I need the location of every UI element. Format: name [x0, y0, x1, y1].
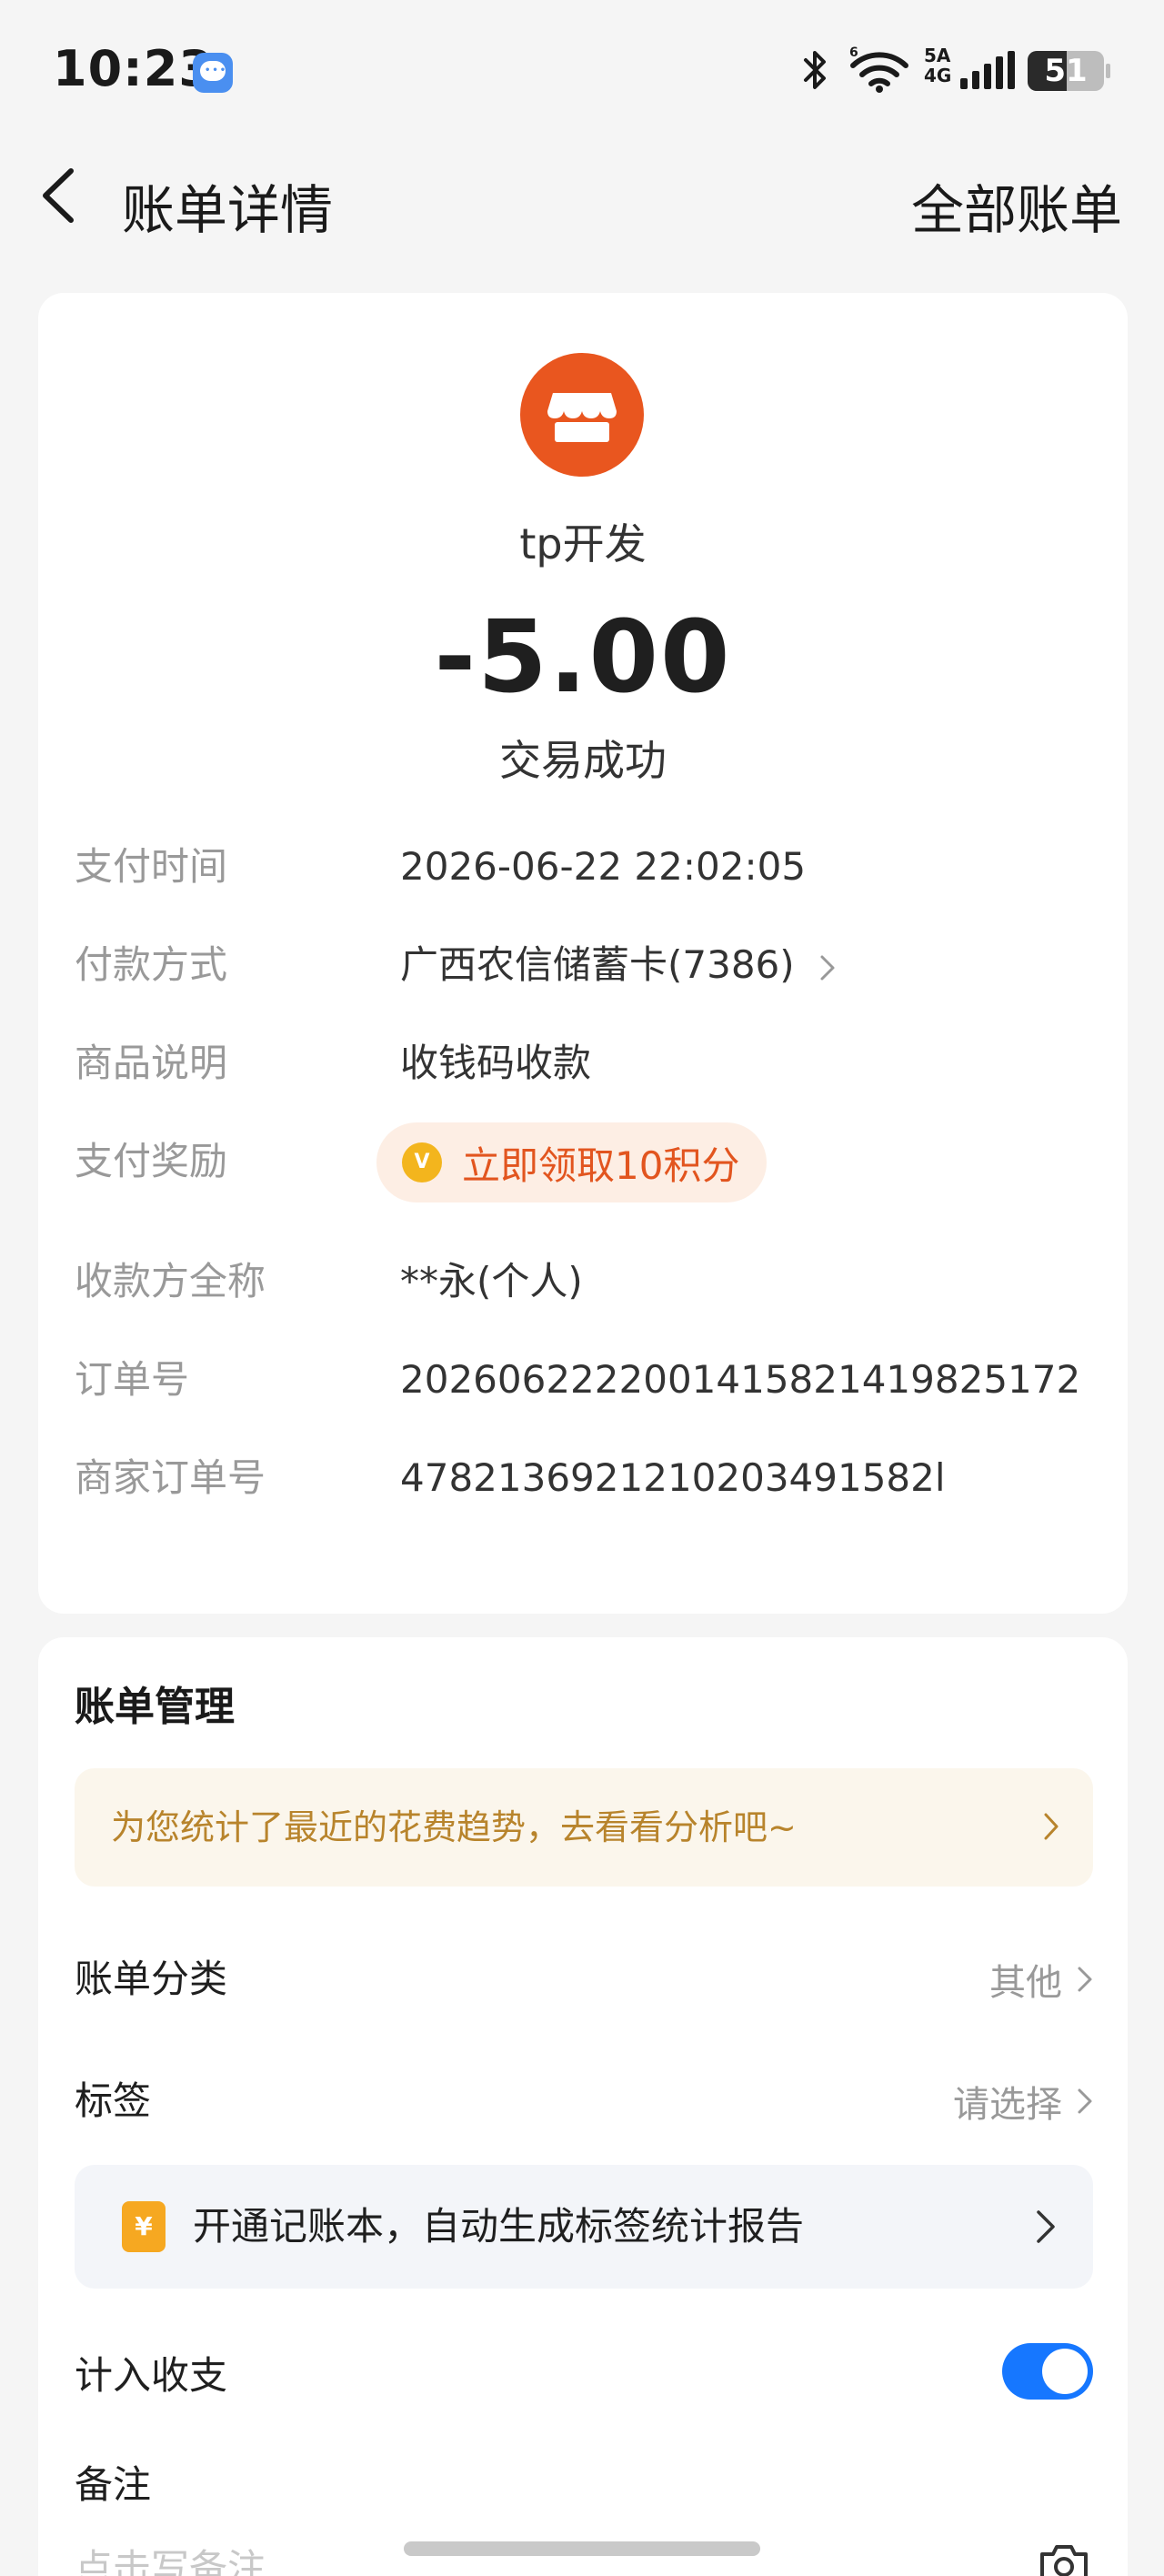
battery-tip [1106, 64, 1110, 78]
section-title: 账单管理 [75, 1684, 235, 1730]
all-bills-link[interactable]: 全部账单 [911, 167, 1122, 244]
ledger-ticket-icon: ¥ [122, 2201, 166, 2252]
note-input[interactable]: 点击写备注 [75, 2538, 266, 2576]
tag-value[interactable]: 请选择 [953, 2075, 1062, 2128]
detail-value[interactable]: 4782136921210203491582l [400, 1446, 946, 1510]
detail-label: 商家订单号 [75, 1455, 266, 1500]
chevron-right-icon [1037, 2210, 1055, 2243]
signal-icon [960, 51, 1015, 89]
detail-label: 订单号 [75, 1357, 190, 1402]
detail-label: 付款方式 [75, 942, 228, 987]
detail-value: 收钱码收款 [400, 1041, 592, 1085]
payment-method-link[interactable]: 广西农信储蓄卡(7386) [400, 933, 836, 997]
tag-row[interactable]: 标签 请选择 [75, 2065, 1093, 2138]
tag-selector[interactable]: 请选择 [953, 2065, 1093, 2138]
detail-label: 支付奖励 [75, 1139, 228, 1183]
detail-label: 支付时间 [75, 844, 228, 889]
coin-icon: V [402, 1142, 442, 1182]
detail-value[interactable]: 广西农信储蓄卡(7386) [400, 942, 795, 987]
status-bar: 10:23 ••• 6 5A 4G 51 [0, 0, 1164, 136]
svg-text:6: 6 [849, 45, 858, 60]
battery-percent: 51 [1044, 53, 1088, 89]
transaction-status: 交易成功 [499, 736, 667, 785]
toggle-knob[interactable] [1042, 2349, 1088, 2394]
transaction-card: tp开发 -5.00 交易成功 支付时间 2026-06-22 22:02:05… [38, 293, 1128, 1614]
open-ledger-banner[interactable]: ¥ 开通记账本，自动生成标签统计报告 [75, 2165, 1093, 2289]
bluetooth-icon [804, 51, 826, 89]
camera-icon[interactable] [1037, 2540, 1091, 2576]
detail-value[interactable]: 2026062222001415821419825172 [400, 1348, 1080, 1412]
ledger-banner-text[interactable]: 开通记账本，自动生成标签统计报告 [193, 2165, 804, 2289]
network-type-icon: 5A 4G [924, 45, 952, 86]
detail-label: 收款方全称 [75, 1259, 266, 1303]
claim-points-label[interactable]: 立即领取10积分 [462, 1135, 739, 1191]
claim-points-button[interactable]: V 立即领取10积分 [376, 1122, 768, 1202]
detail-row-reward: 支付奖励 V 立即领取10积分 [75, 1122, 1093, 1202]
trend-banner-text[interactable]: 为您统计了最近的花费趋势，去看看分析吧~ [111, 1768, 797, 1887]
detail-value: **永(个人) [400, 1259, 583, 1303]
note-label: 备注 [75, 2462, 152, 2507]
detail-row-payment-method[interactable]: 付款方式 广西农信储蓄卡(7386) [75, 933, 1093, 997]
include-income-expense-toggle[interactable] [1002, 2343, 1093, 2400]
page-title: 账单详情 [122, 179, 334, 241]
nav-bar: 账单详情 全部账单 [0, 146, 1164, 246]
bill-category-label: 账单分类 [75, 1957, 228, 2001]
detail-value: 2026-06-22 22:02:05 [400, 844, 807, 889]
note-row: 备注 [75, 2449, 1093, 2521]
detail-row-payee: 收款方全称 **永(个人) [75, 1250, 1093, 1313]
spending-trend-banner[interactable]: 为您统计了最近的花费趋势，去看看分析吧~ [75, 1768, 1093, 1887]
battery-icon: 51 [1028, 51, 1104, 91]
chevron-right-icon [1078, 2088, 1092, 2114]
home-indicator[interactable] [404, 2541, 760, 2556]
status-time: 10:23 [53, 40, 214, 97]
merchant-name: tp开发 [519, 519, 647, 569]
wifi-icon: 6 [849, 45, 908, 93]
detail-row-merchant-order-no: 商家订单号 4782136921210203491582l [75, 1446, 1093, 1510]
bill-category-row[interactable]: 账单分类 其他 [75, 1943, 1093, 2016]
detail-row-pay-time: 支付时间 2026-06-22 22:02:05 [75, 835, 1093, 899]
store-icon [520, 353, 644, 477]
include-income-expense-row: 计入收支 [75, 2340, 1093, 2412]
include-income-expense-label: 计入收支 [75, 2353, 228, 2398]
detail-label: 商品说明 [75, 1041, 228, 1085]
back-arrow-icon[interactable] [36, 164, 82, 227]
message-icon: ••• [193, 53, 233, 93]
chevron-right-icon [820, 955, 835, 980]
detail-row-order-no: 订单号 2026062222001415821419825172 [75, 1348, 1093, 1412]
chevron-right-icon [1078, 1967, 1092, 1992]
detail-row-product: 商品说明 收钱码收款 [75, 1031, 1093, 1095]
bill-category-value[interactable]: 其他 [989, 1953, 1062, 2006]
chevron-right-icon [1044, 1813, 1059, 1840]
transaction-amount: -5.00 [434, 599, 732, 715]
tag-label: 标签 [75, 2078, 152, 2123]
bill-management-card: 账单管理 为您统计了最近的花费趋势，去看看分析吧~ 账单分类 其他 标签 请选择… [38, 1637, 1128, 2576]
bill-category-selector[interactable]: 其他 [989, 1943, 1093, 2016]
